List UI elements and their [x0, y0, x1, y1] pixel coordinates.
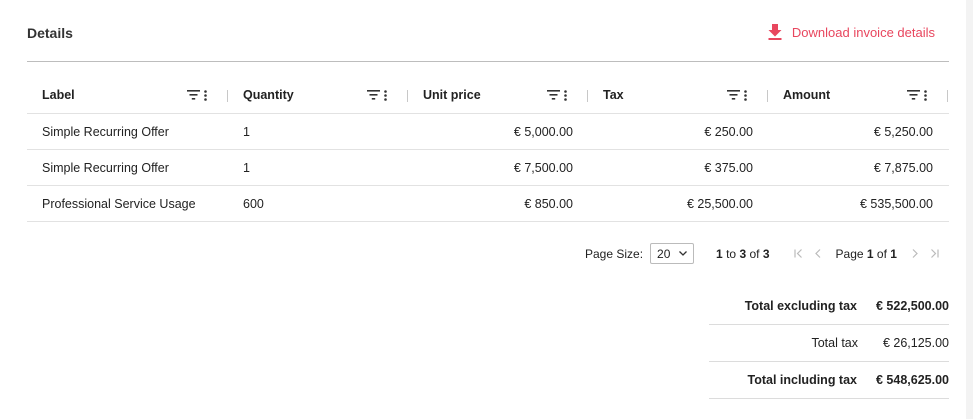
total-value: € 26,125.00	[882, 336, 949, 350]
last-page-icon[interactable]	[930, 249, 939, 258]
details-header: Details Download invoice details	[27, 0, 949, 62]
cell-label: Professional Service Usage	[42, 196, 196, 211]
table-row[interactable]: Professional Service Usage 600 € 850.00 …	[27, 186, 949, 222]
column-header-label[interactable]: Label	[27, 77, 228, 113]
cell-quantity: 1	[243, 160, 250, 175]
section-title: Details	[27, 25, 73, 41]
first-page-icon[interactable]	[793, 249, 803, 258]
cell-amount: € 535,500.00	[860, 196, 933, 211]
column-header-quantity[interactable]: Quantity	[228, 77, 408, 113]
table-header-row: Label Quantity Unit price Tax Amount	[27, 77, 949, 114]
page-size-select[interactable]: 20	[650, 243, 695, 264]
next-page-icon[interactable]	[912, 249, 918, 258]
cell-unit-price: € 850.00	[524, 196, 573, 211]
filter-icon[interactable]	[547, 90, 560, 100]
invoice-details-table: Label Quantity Unit price Tax Amount Sim…	[27, 77, 949, 222]
table-row[interactable]: Simple Recurring Offer 1 € 5,000.00 € 25…	[27, 114, 949, 150]
download-invoice-button[interactable]: Download invoice details	[768, 24, 935, 40]
total-label: Total including tax	[747, 373, 858, 387]
total-label: Total tax	[811, 336, 858, 350]
row-range: 1 to 3 of 3	[716, 246, 770, 261]
filter-icon[interactable]	[367, 90, 380, 100]
column-menu-icon[interactable]	[744, 89, 747, 101]
page-size-label: Page Size:	[585, 246, 644, 261]
totals-summary: Total excluding tax € 522,500.00 Total t…	[709, 288, 949, 399]
cell-quantity: 600	[243, 196, 264, 211]
column-header-amount[interactable]: Amount	[768, 77, 948, 113]
cell-unit-price: € 7,500.00	[513, 160, 573, 175]
column-header-tax[interactable]: Tax	[588, 77, 768, 113]
page-navigation: Page 1 of 1	[793, 246, 939, 261]
filter-icon[interactable]	[907, 90, 920, 100]
filter-icon[interactable]	[727, 90, 740, 100]
total-label: Total excluding tax	[744, 299, 857, 313]
column-header-unit-price[interactable]: Unit price	[408, 77, 588, 113]
previous-page-icon[interactable]	[814, 249, 821, 258]
total-value: € 522,500.00	[876, 299, 949, 313]
cell-unit-price: € 5,000.00	[513, 124, 573, 139]
download-invoice-label: Download invoice details	[791, 24, 935, 40]
page-size-value: 20	[657, 246, 671, 261]
column-menu-icon[interactable]	[564, 89, 567, 101]
cell-quantity: 1	[243, 124, 250, 139]
table-row[interactable]: Simple Recurring Offer 1 € 7,500.00 € 37…	[27, 150, 949, 186]
total-tax-row: Total tax € 26,125.00	[709, 325, 949, 362]
cell-amount: € 5,250.00	[873, 124, 933, 139]
pagination-bar: Page Size: 20 1 to 3 of 3 Page 1 of 1	[585, 243, 939, 264]
table-body: Simple Recurring Offer 1 € 5,000.00 € 25…	[27, 114, 949, 222]
cell-tax: € 25,500.00	[686, 196, 753, 211]
total-value: € 548,625.00	[876, 373, 949, 387]
total-excluding-tax-row: Total excluding tax € 522,500.00	[709, 288, 949, 325]
column-menu-icon[interactable]	[204, 89, 207, 101]
chevron-down-icon	[679, 251, 688, 256]
filter-icon[interactable]	[187, 90, 200, 100]
column-menu-icon[interactable]	[924, 89, 927, 101]
column-menu-icon[interactable]	[384, 89, 387, 101]
total-including-tax-row: Total including tax € 548,625.00	[709, 362, 949, 399]
cell-amount: € 7,875.00	[873, 160, 933, 175]
cell-label: Simple Recurring Offer	[42, 160, 169, 175]
cell-tax: € 375.00	[704, 160, 753, 175]
cell-tax: € 250.00	[704, 124, 753, 139]
cell-label: Simple Recurring Offer	[42, 124, 169, 139]
column-separator[interactable]	[947, 90, 948, 102]
details-card: Details Download invoice details Label Q…	[0, 0, 966, 419]
page-indicator: Page 1 of 1	[835, 246, 897, 261]
download-icon	[768, 24, 782, 40]
